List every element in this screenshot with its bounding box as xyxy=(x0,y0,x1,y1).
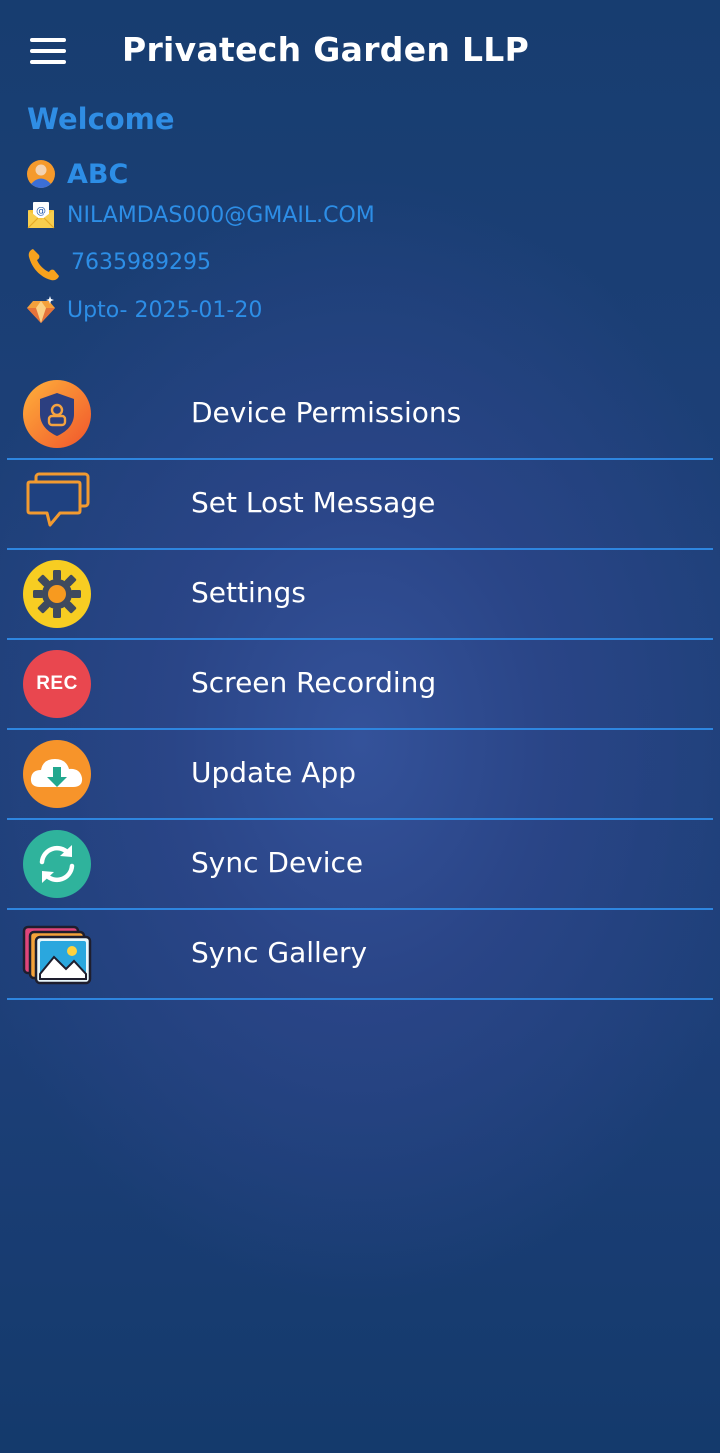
hamburger-menu-icon[interactable] xyxy=(30,38,66,64)
shield-user-icon xyxy=(22,379,92,449)
menu-item-screen-recording[interactable]: REC Screen Recording xyxy=(7,640,713,730)
menu-item-update-app[interactable]: Update App xyxy=(7,730,713,820)
profile-email: NILAMDAS000@GMAIL.COM xyxy=(67,202,375,228)
sync-icon xyxy=(22,829,92,899)
menu-label: Sync Device xyxy=(191,846,364,879)
phone-icon xyxy=(26,247,59,281)
profile-phone: 7635989295 xyxy=(71,249,211,275)
profile-validity-row: Upto- 2025-01-20 xyxy=(26,293,262,327)
profile-phone-row: 7635989295 xyxy=(26,245,211,281)
gear-icon xyxy=(22,559,92,629)
welcome-heading: Welcome xyxy=(27,102,175,136)
user-avatar-icon xyxy=(26,159,56,189)
menu-item-settings[interactable]: Settings xyxy=(7,550,713,640)
menu-label: Update App xyxy=(191,756,357,789)
menu-item-sync-gallery[interactable]: Sync Gallery xyxy=(7,910,713,1000)
app-bar: Privatech Garden LLP xyxy=(0,0,720,100)
app-title: Privatech Garden LLP xyxy=(122,30,530,69)
menu-label: Settings xyxy=(191,576,306,609)
rec-icon: REC xyxy=(22,649,92,719)
email-icon: @ xyxy=(26,200,56,230)
menu-label: Screen Recording xyxy=(191,666,437,699)
profile-validity: Upto- 2025-01-20 xyxy=(67,297,263,323)
menu-item-sync-device[interactable]: Sync Device xyxy=(7,820,713,910)
profile-email-row: @ NILAMDAS000@GMAIL.COM xyxy=(26,198,375,232)
cloud-download-icon xyxy=(22,739,92,809)
menu-label: Set Lost Message xyxy=(191,486,436,519)
menu-label: Sync Gallery xyxy=(191,936,368,969)
profile-name-row: ABC xyxy=(26,157,128,191)
gallery-icon xyxy=(22,919,92,989)
menu-item-device-permissions[interactable]: Device Permissions xyxy=(7,370,713,460)
menu-label: Device Permissions xyxy=(191,396,462,429)
rec-icon-label: REC xyxy=(23,650,91,718)
svg-text:@: @ xyxy=(36,206,46,217)
chat-bubbles-icon xyxy=(22,469,92,539)
drawer-menu: Device Permissions Set Lost Message Sett… xyxy=(7,370,713,1000)
profile-name: ABC xyxy=(67,158,129,190)
menu-item-set-lost-message[interactable]: Set Lost Message xyxy=(7,460,713,550)
diamond-icon xyxy=(26,295,56,325)
